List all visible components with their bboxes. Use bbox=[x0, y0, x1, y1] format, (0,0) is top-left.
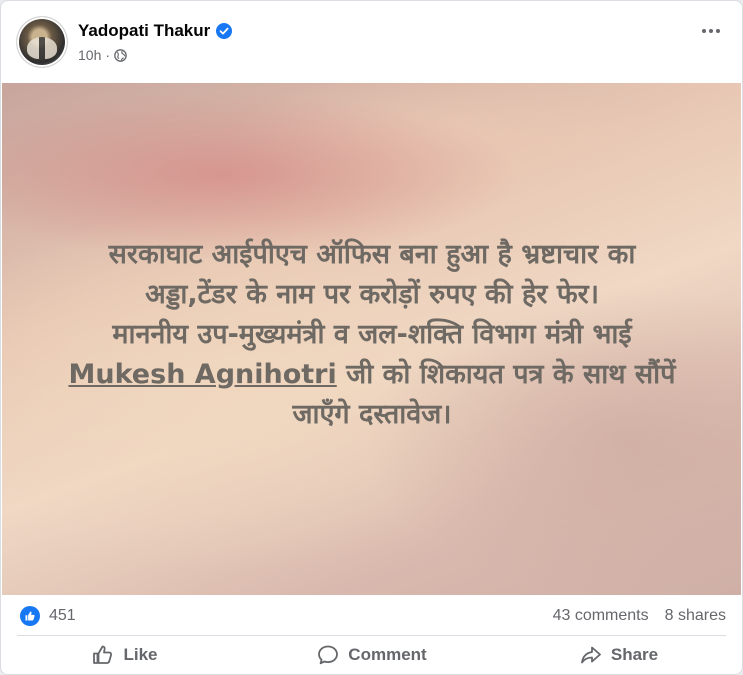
author-avatar[interactable] bbox=[17, 17, 67, 67]
post-text-line: Mukesh Agnihotri जी को शिकायत पत्र के सा… bbox=[22, 355, 722, 395]
share-button[interactable]: Share bbox=[495, 636, 742, 674]
verified-badge-icon bbox=[216, 23, 233, 39]
post-text-line: माननीय उप-मुख्यमंत्री व जल-शक्ति विभाग म… bbox=[112, 319, 632, 350]
thumbs-up-icon bbox=[93, 645, 113, 664]
more-dot bbox=[716, 29, 720, 33]
like-button[interactable]: Like bbox=[1, 636, 248, 674]
mention-link[interactable]: Mukesh Agnihotri bbox=[68, 359, 336, 390]
like-count[interactable]: 451 bbox=[49, 607, 76, 625]
like-reaction-icon[interactable] bbox=[20, 606, 40, 626]
post-image[interactable]: सरकाघाट आईपीएच ऑफिस बना हुआ है भ्रष्टाचा… bbox=[2, 83, 741, 595]
comment-bubble-icon bbox=[318, 645, 339, 665]
post-text: सरकाघाट आईपीएच ऑफिस बना हुआ है भ्रष्टाचा… bbox=[22, 235, 722, 435]
post-header: Yadopati Thakur 10h · bbox=[1, 1, 742, 83]
more-options-icon[interactable] bbox=[702, 29, 720, 33]
comments-count[interactable]: 43 comments bbox=[553, 607, 649, 625]
thumbs-up-glyph bbox=[25, 611, 35, 621]
post-text-fragment: जी को शिकायत पत्र के साथ सौंपें bbox=[336, 359, 676, 390]
meta-separator: · bbox=[105, 47, 111, 63]
shares-count[interactable]: 8 shares bbox=[665, 607, 726, 625]
like-button-label: Like bbox=[123, 645, 158, 664]
share-button-label: Share bbox=[610, 645, 659, 664]
post-meta: 10h · bbox=[78, 47, 127, 63]
share-arrow-icon bbox=[580, 646, 601, 664]
post-text-line: सरकाघाट आईपीएच ऑफिस बना हुआ है भ्रष्टाचा… bbox=[108, 239, 636, 270]
globe-icon[interactable] bbox=[114, 48, 127, 62]
comment-button[interactable]: Comment bbox=[248, 636, 495, 674]
more-dot bbox=[702, 29, 706, 33]
post-text-line: जाएँगे दस्तावेज। bbox=[292, 399, 452, 430]
author-name-row: Yadopati Thakur bbox=[78, 21, 233, 41]
comment-share-stats: 43 comments 8 shares bbox=[553, 607, 726, 625]
post-text-line: अड्डा,टेंडर के नाम पर करोड़ों रुपए की हे… bbox=[145, 279, 599, 310]
comment-button-label: Comment bbox=[348, 645, 427, 664]
post-timestamp[interactable]: 10h bbox=[78, 47, 101, 63]
author-name[interactable]: Yadopati Thakur bbox=[78, 21, 210, 41]
more-dot bbox=[709, 29, 713, 33]
post-actions: Like Comment Share bbox=[1, 636, 742, 674]
engagement-stats: 451 43 comments 8 shares bbox=[1, 597, 742, 635]
post-card: Yadopati Thakur 10h · सरकाघाट आईपीएच ऑफि… bbox=[0, 0, 743, 675]
